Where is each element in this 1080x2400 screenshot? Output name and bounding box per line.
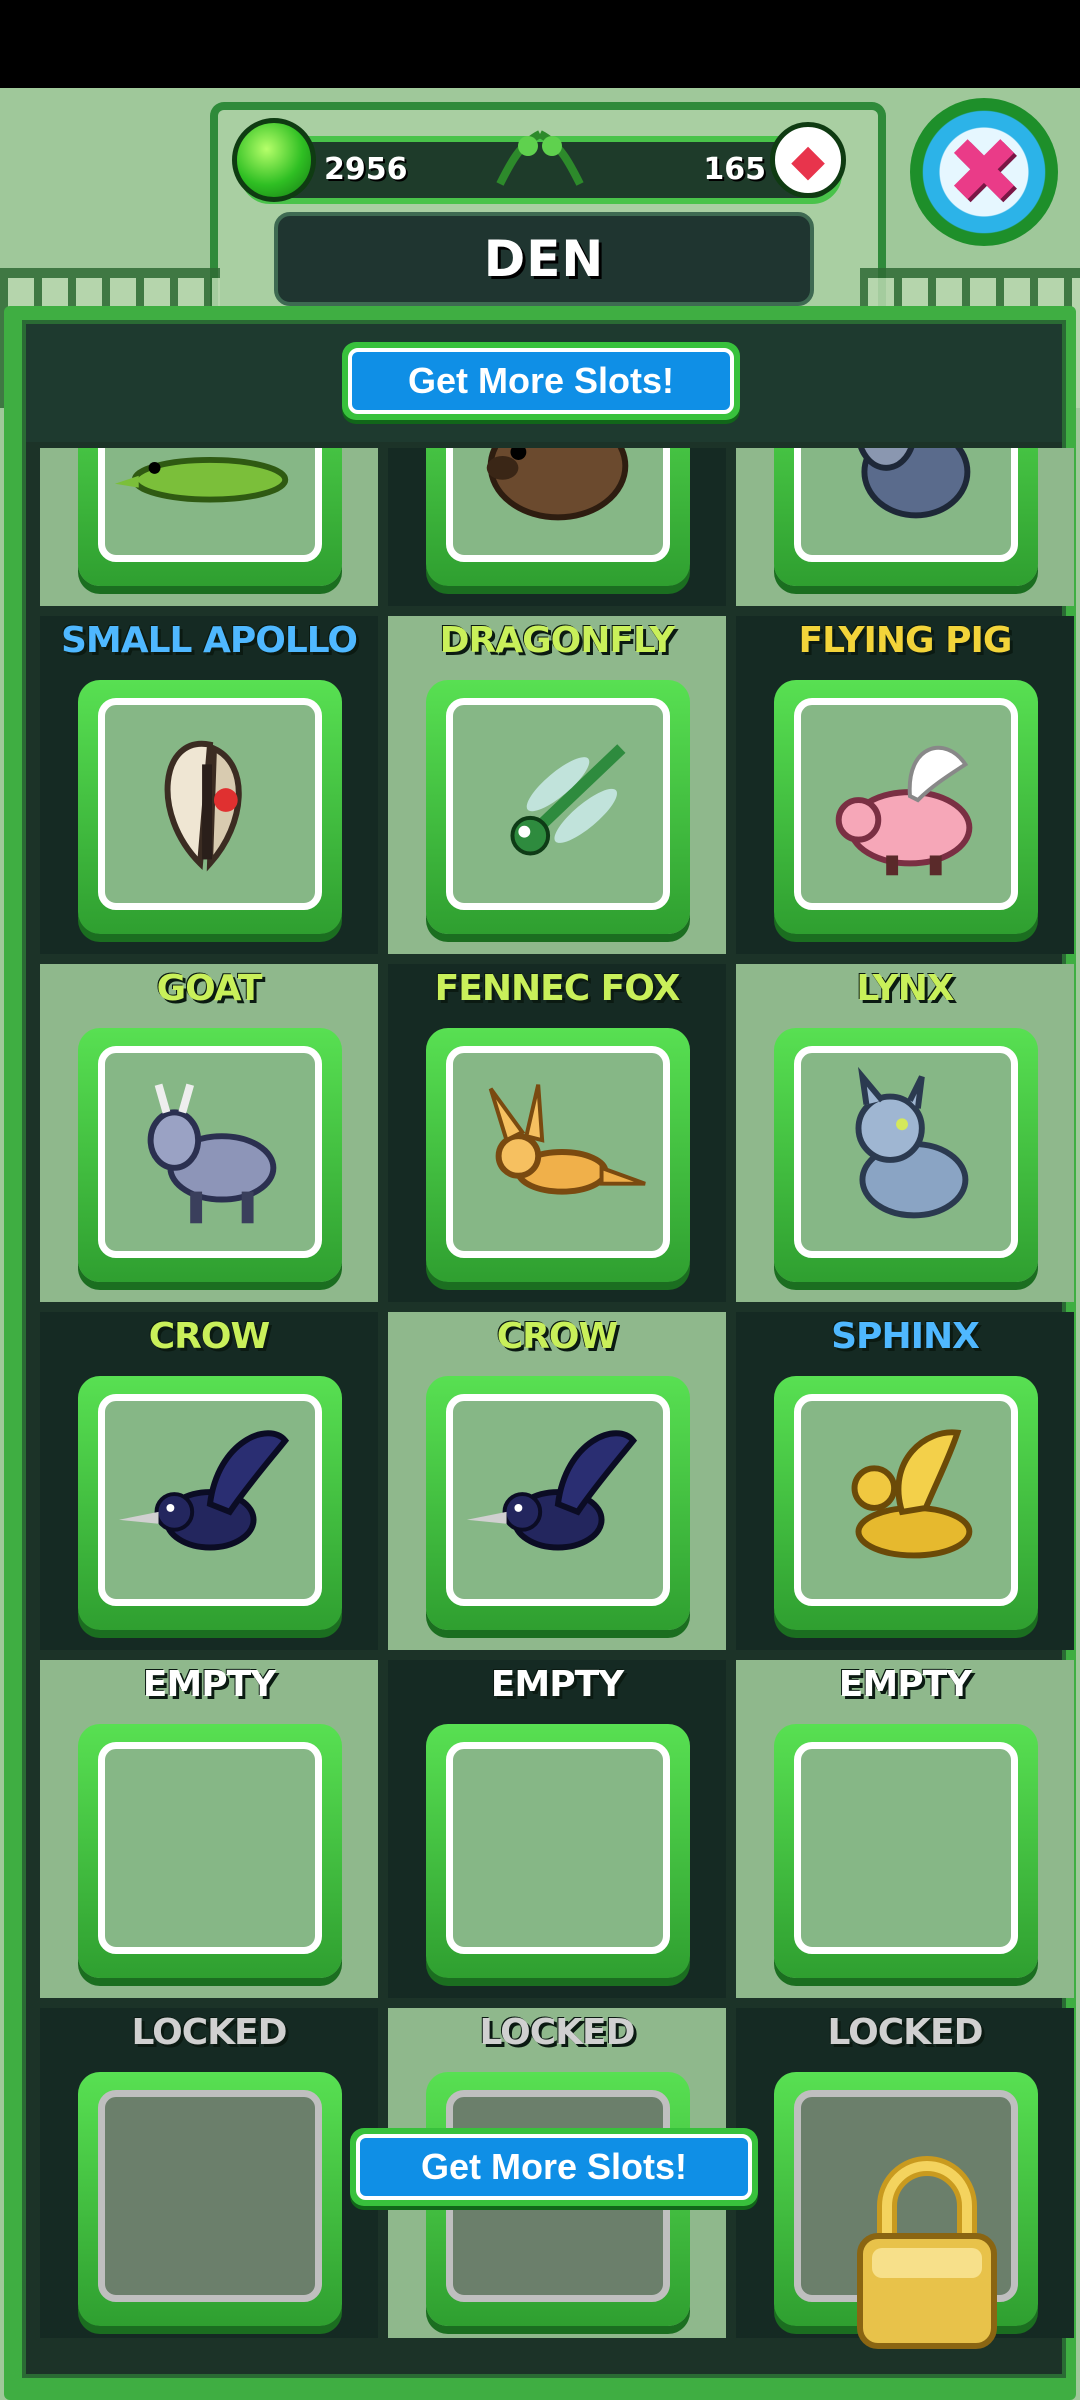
slot-label: FENNEC FOX <box>434 968 681 1009</box>
slot-frame-inner <box>98 448 322 562</box>
crocodile-icon <box>114 456 289 503</box>
den-slot[interactable]: GOAT <box>40 964 378 1302</box>
den-slot[interactable]: SPHINX <box>736 1312 1074 1650</box>
den-slot[interactable]: LOCKED <box>40 2008 378 2338</box>
slot-frame[interactable] <box>78 1724 342 1978</box>
page-title: DEN <box>483 230 605 288</box>
den-slot[interactable]: EMPTY <box>40 1660 378 1998</box>
title-plate: DEN <box>274 212 814 306</box>
slot-frame-inner <box>98 1742 322 1954</box>
slot-label: EMPTY <box>142 1664 276 1705</box>
den-slot[interactable]: SMALL APOLLO <box>40 616 378 954</box>
game-screen: 2956 165 ◆ ✖ DEN SMALL APOLLO DRAGONFLY FL… <box>0 88 1080 2400</box>
slot-frame-inner <box>446 1394 670 1606</box>
slot-label: LOCKED <box>827 2012 983 2053</box>
slot-frame-inner <box>794 698 1018 910</box>
slot-label: EMPTY <box>838 1664 972 1705</box>
slot-label: DRAGONFLY <box>439 620 676 661</box>
slot-frame-inner <box>794 1394 1018 1606</box>
crow-icon <box>466 1430 638 1551</box>
slot-label: LOCKED <box>479 2012 635 2053</box>
slot-frame[interactable] <box>774 1724 1038 1978</box>
dragonfly-icon <box>510 744 626 856</box>
den-slot[interactable]: FENNEC FOX <box>388 964 726 1302</box>
slot-frame[interactable] <box>78 1028 342 1282</box>
slot-grid[interactable]: SMALL APOLLO DRAGONFLY FLYING PIG GOAT FENNE… <box>40 448 1074 2338</box>
slot-frame[interactable] <box>426 448 690 586</box>
slot-frame[interactable] <box>426 680 690 934</box>
slot-label: FLYING PIG <box>798 620 1013 661</box>
gems-count: 2956 <box>324 152 408 187</box>
den-slot[interactable] <box>40 448 378 606</box>
rubies-count: 165 <box>703 152 766 187</box>
slot-frame-inner <box>98 1394 322 1606</box>
vine-ornament-icon <box>496 130 584 186</box>
den-slot[interactable]: LYNX <box>736 964 1074 1302</box>
padlock-icon <box>857 2156 997 2349</box>
slot-label: SPHINX <box>831 1316 980 1357</box>
slot-frame[interactable] <box>426 1376 690 1630</box>
sphinx-icon <box>851 1429 973 1559</box>
slot-frame[interactable] <box>78 680 342 934</box>
slot-frame-inner <box>794 448 1018 562</box>
slot-frame-inner <box>794 1742 1018 1954</box>
slot-frame[interactable] <box>774 680 1038 934</box>
slot-label: CROW <box>496 1316 618 1357</box>
den-slot[interactable] <box>736 448 1074 606</box>
slot-frame[interactable] <box>78 448 342 586</box>
den-slot[interactable]: FLYING PIG <box>736 616 1074 954</box>
slot-frame[interactable] <box>774 1028 1038 1282</box>
get-more-slots-label: Get More Slots! <box>348 348 734 414</box>
slot-frame-inner <box>446 1742 670 1954</box>
wombat-icon <box>486 448 629 521</box>
crow-icon <box>118 1430 290 1551</box>
get-more-slots-button-top[interactable]: Get More Slots! <box>342 342 740 420</box>
den-panel-inner: SMALL APOLLO DRAGONFLY FLYING PIG GOAT FENNE… <box>22 320 1074 2378</box>
locked-slot-frame[interactable] <box>78 2072 342 2326</box>
butterfly-icon <box>164 740 242 872</box>
slot-frame[interactable] <box>426 1724 690 1978</box>
den-slot[interactable]: CROW <box>388 1312 726 1650</box>
slot-frame-inner <box>794 1046 1018 1258</box>
slot-frame[interactable] <box>78 1376 342 1630</box>
slot-frame[interactable] <box>426 1028 690 1282</box>
den-slot[interactable]: DRAGONFLY <box>388 616 726 954</box>
den-panel: SMALL APOLLO DRAGONFLY FLYING PIG GOAT FENNE… <box>4 306 1076 2400</box>
slot-frame[interactable] <box>774 448 1038 586</box>
slot-label: CROW <box>148 1316 270 1357</box>
den-slot[interactable]: CROW <box>40 1312 378 1650</box>
ruby-gem-icon: ◆ <box>770 122 846 198</box>
flying-pig-icon <box>835 745 973 876</box>
slot-frame-inner <box>98 2090 322 2302</box>
fennec-fox-icon <box>488 1084 646 1195</box>
slot-frame-inner <box>98 698 322 910</box>
badger-icon <box>858 448 971 519</box>
green-gem-icon <box>232 118 316 202</box>
get-more-slots-button-bottom[interactable]: Get More Slots! <box>350 2128 758 2206</box>
slot-label: EMPTY <box>490 1664 624 1705</box>
slot-frame-inner <box>98 1046 322 1258</box>
get-more-slots-label: Get More Slots! <box>356 2134 752 2200</box>
slot-frame[interactable] <box>774 1376 1038 1630</box>
slot-label: LYNX <box>856 968 954 1009</box>
den-slot[interactable]: EMPTY <box>388 1660 726 1998</box>
goat-icon <box>147 1083 277 1224</box>
slot-frame-inner <box>446 698 670 910</box>
close-button[interactable]: ✖ <box>910 98 1058 246</box>
slot-label: GOAT <box>156 968 263 1009</box>
slot-frame-inner <box>446 1046 670 1258</box>
slot-label: LOCKED <box>131 2012 287 2053</box>
den-slot[interactable] <box>388 448 726 606</box>
close-icon: ✖ <box>946 119 1022 224</box>
slot-frame-inner <box>446 448 670 562</box>
den-slot[interactable]: EMPTY <box>736 1660 1074 1998</box>
slot-label: SMALL APOLLO <box>60 620 358 661</box>
lynx-icon <box>855 1066 969 1219</box>
